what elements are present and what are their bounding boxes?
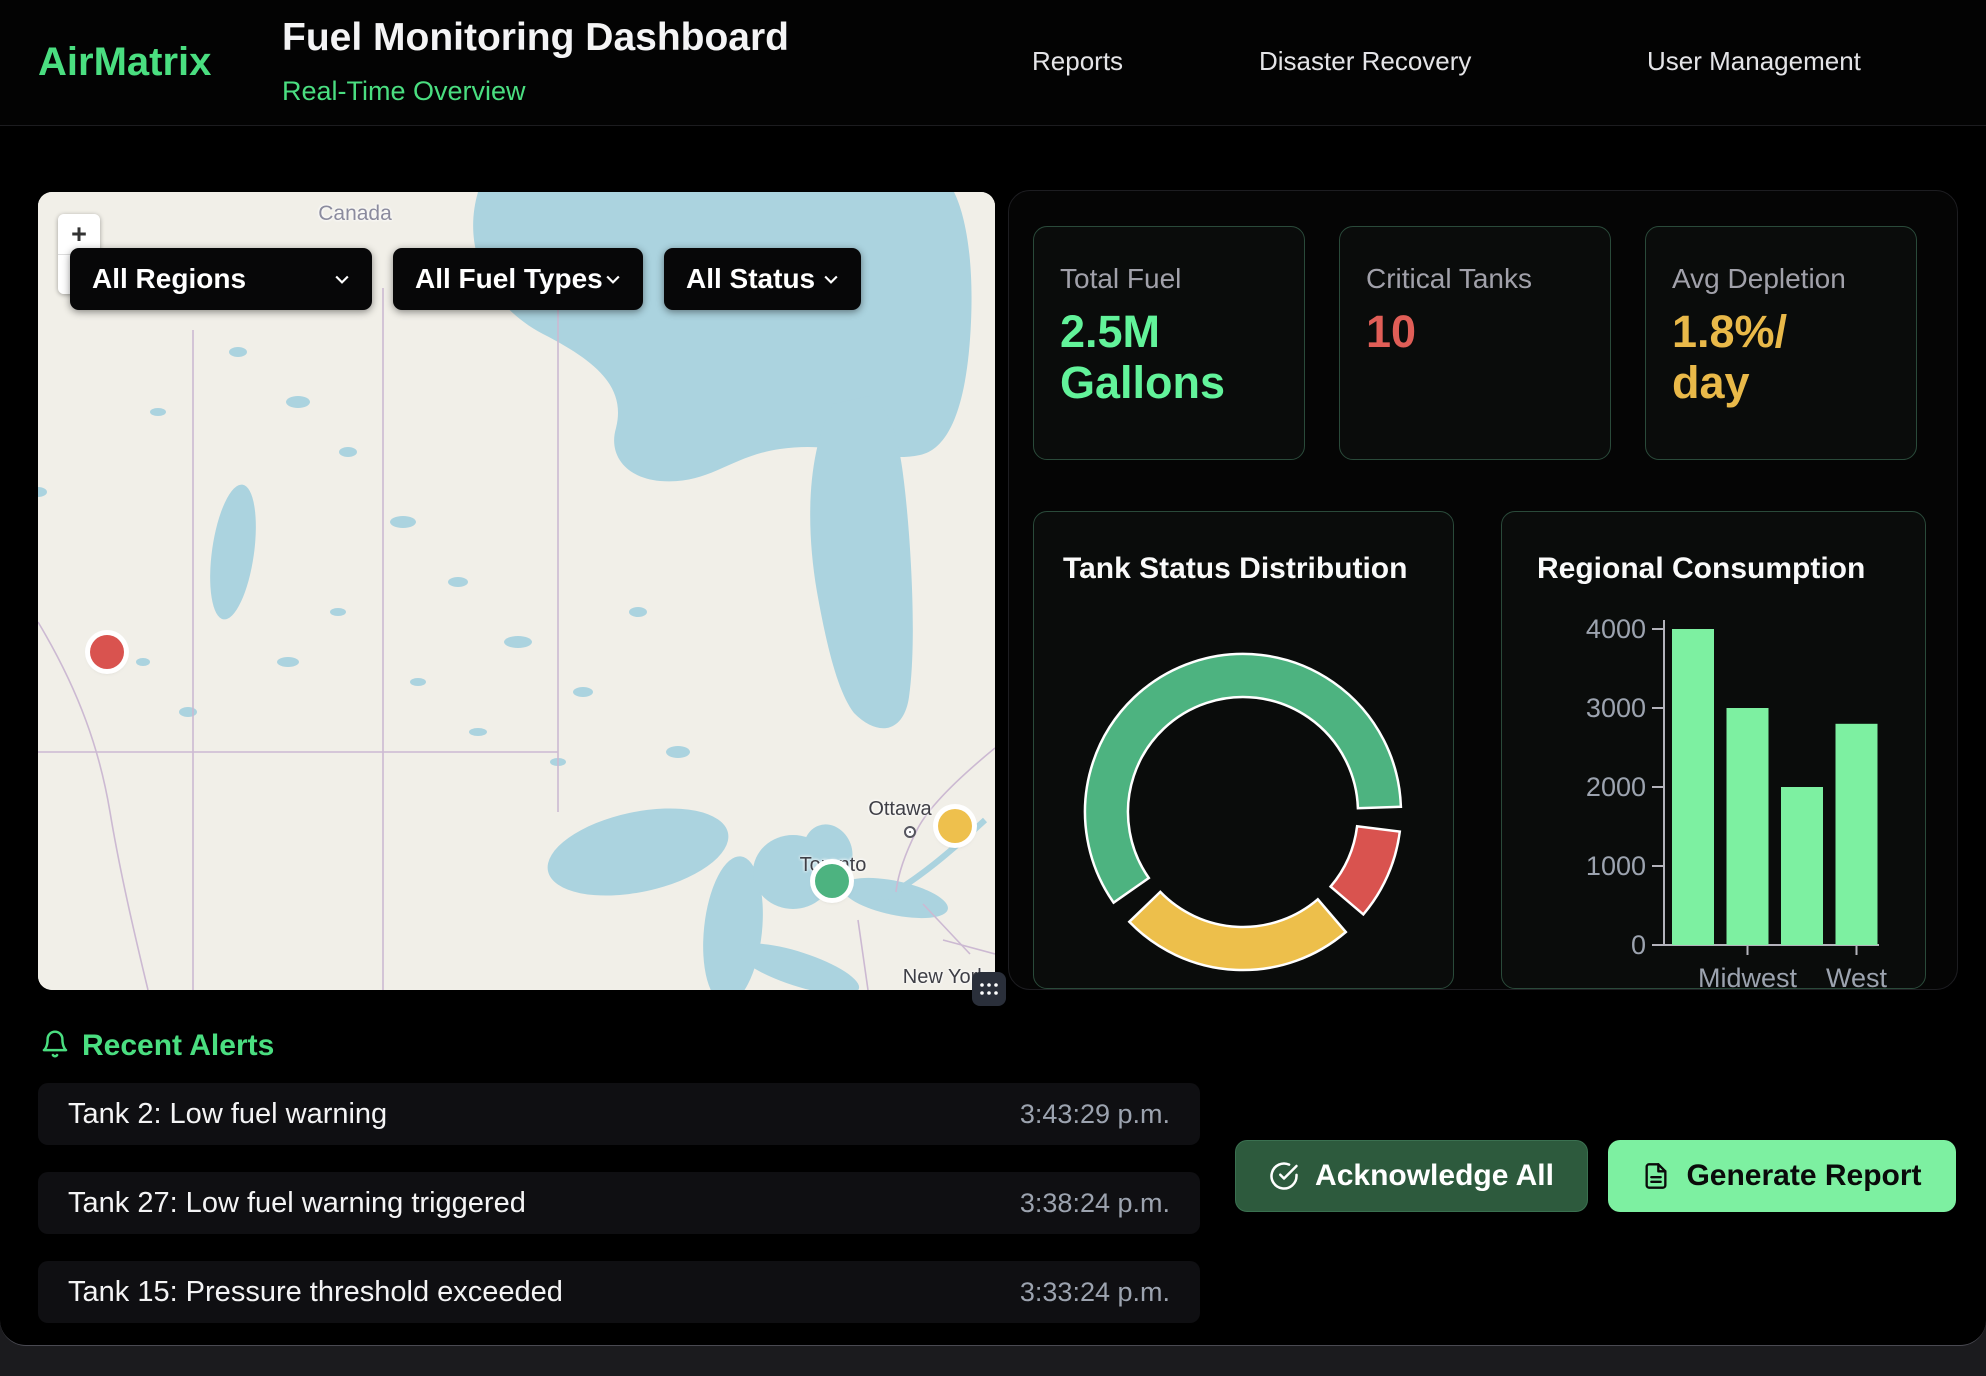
generate-report-label: Generate Report [1686, 1159, 1921, 1193]
alert-time: 3:33:24 p.m. [1020, 1277, 1170, 1308]
chevron-down-icon [821, 269, 841, 289]
tank-status-card: Tank Status Distribution [1033, 511, 1454, 989]
stat-value-critical-tanks: 10 [1366, 307, 1584, 358]
chevron-down-icon [332, 269, 352, 289]
drag-dots-icon [979, 982, 999, 996]
tank-marker-warning[interactable] [938, 809, 972, 843]
y-tick-label: 2000 [1586, 772, 1646, 802]
status-filter-value: All Status [686, 263, 815, 295]
app-window: AirMatrix Fuel Monitoring Dashboard Real… [0, 0, 1986, 1346]
alert-text: Tank 15: Pressure threshold exceeded [68, 1276, 563, 1309]
bar-3 [1836, 724, 1878, 945]
region-filter-select[interactable]: All Regions [70, 248, 372, 310]
alert-row: Tank 15: Pressure threshold exceeded 3:3… [38, 1261, 1200, 1323]
y-tick-label: 0 [1631, 930, 1646, 960]
header: AirMatrix Fuel Monitoring Dashboard Real… [0, 0, 1986, 126]
stat-label: Avg Depletion [1672, 263, 1890, 295]
fuel-type-filter-select[interactable]: All Fuel Types [393, 248, 643, 310]
alert-row: Tank 27: Low fuel warning triggered 3:38… [38, 1172, 1200, 1234]
nav-reports[interactable]: Reports [1032, 46, 1123, 77]
generate-report-button[interactable]: Generate Report [1608, 1140, 1956, 1212]
alerts-section-title: Recent Alerts [82, 1029, 274, 1063]
bell-icon [40, 1028, 70, 1060]
stat-card: Avg Depletion 1.8%/ day [1645, 226, 1917, 460]
x-tick-label: West [1826, 963, 1888, 990]
ottawa-town-dot [904, 826, 916, 838]
report-file-icon [1642, 1162, 1670, 1190]
donut-segment-warning [1129, 892, 1346, 970]
y-tick-label: 3000 [1586, 693, 1646, 723]
bar-0 [1672, 629, 1714, 945]
alert-row: Tank 2: Low fuel warning 3:43:29 p.m. [38, 1083, 1200, 1145]
alert-time: 3:38:24 p.m. [1020, 1188, 1170, 1219]
stat-card: Total Fuel 2.5M Gallons [1033, 226, 1305, 460]
map-resize-handle[interactable] [972, 972, 1006, 1006]
stat-card: Critical Tanks 10 [1339, 226, 1611, 460]
page-title: Fuel Monitoring Dashboard [282, 16, 789, 60]
regional-consumption-card: Regional Consumption 01000200030004000Mi… [1501, 511, 1926, 989]
bar-2 [1781, 787, 1823, 945]
stat-value-total-fuel: 2.5M Gallons [1060, 307, 1278, 409]
fuel-type-filter-value: All Fuel Types [415, 263, 603, 295]
x-tick-label: Midwest [1698, 963, 1798, 990]
y-tick-label: 1000 [1586, 851, 1646, 881]
nav-disaster-recovery[interactable]: Disaster Recovery [1259, 46, 1471, 77]
check-circle-icon [1269, 1161, 1299, 1191]
tank-marker-critical[interactable] [90, 635, 124, 669]
tank-status-donut-chart [1034, 512, 1455, 990]
brand-logo: AirMatrix [38, 40, 211, 85]
alert-text: Tank 2: Low fuel warning [68, 1098, 387, 1131]
bar-1 [1727, 708, 1769, 945]
donut-segment-critical [1331, 826, 1400, 914]
alert-text: Tank 27: Low fuel warning triggered [68, 1187, 526, 1220]
metrics-panel: Total Fuel 2.5M Gallons Critical Tanks 1… [1008, 190, 1958, 990]
tank-marker-normal[interactable] [815, 864, 849, 898]
fuel-map[interactable]: Canada Ottawa Toronto New York + − All R… [38, 192, 995, 990]
page-subtitle: Real-Time Overview [282, 76, 526, 107]
stat-label: Total Fuel [1060, 263, 1278, 295]
acknowledge-all-label: Acknowledge All [1315, 1159, 1554, 1193]
map-label-canada: Canada [318, 202, 392, 226]
alert-time: 3:43:29 p.m. [1020, 1099, 1170, 1130]
stat-value-avg-depletion: 1.8%/ day [1672, 307, 1890, 409]
nav-user-management[interactable]: User Management [1647, 46, 1861, 77]
status-filter-select[interactable]: All Status [664, 248, 861, 310]
regional-consumption-bar-chart: 0 1000 2000 3000 4000 Midwest West [1502, 512, 1927, 990]
region-filter-value: All Regions [92, 263, 246, 295]
map-label-ottawa: Ottawa [868, 798, 931, 821]
chevron-down-icon [603, 269, 623, 289]
stat-label: Critical Tanks [1366, 263, 1584, 295]
acknowledge-all-button[interactable]: Acknowledge All [1235, 1140, 1588, 1212]
y-tick-label: 4000 [1586, 614, 1646, 644]
